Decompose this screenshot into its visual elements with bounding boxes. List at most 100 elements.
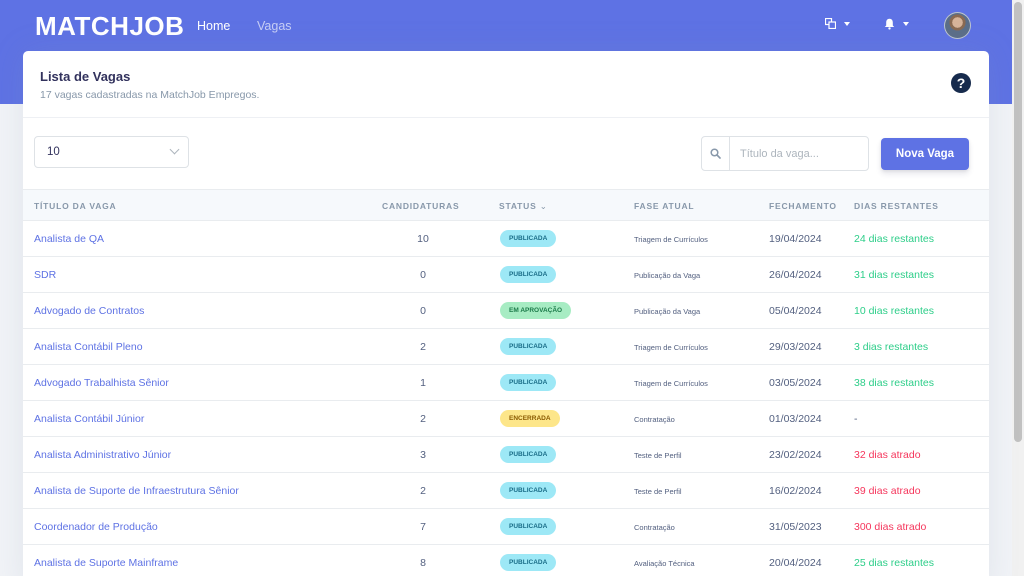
- windows-icon: [825, 18, 836, 29]
- search-input[interactable]: [730, 137, 868, 170]
- candidaturas-count: 0: [420, 305, 426, 317]
- page-subtitle: 17 vagas cadastradas na MatchJob Emprego…: [40, 89, 260, 101]
- closing-date: 16/02/2024: [769, 485, 822, 497]
- days-remaining: 25 dias restantes: [854, 557, 934, 569]
- status-badge: PUBLICADA: [500, 338, 557, 355]
- phase-text: Teste de Perfil: [634, 487, 682, 496]
- table-row: Analista de Suporte Mainframe 8 PUBLICADA A…: [23, 545, 989, 576]
- status-badge: PUBLICADA: [500, 518, 557, 535]
- table-row: SDR 0 PUBLICADA Publicação da Vaga 26/04/202…: [23, 257, 989, 293]
- table-row: Analista Administrativo Júnior 3 PUBLICADA…: [23, 437, 989, 473]
- header-status: STATUS: [499, 201, 537, 211]
- chevron-down-icon: [903, 22, 909, 26]
- nav-home-link[interactable]: Home: [197, 19, 230, 33]
- days-remaining: 32 dias atrado: [854, 449, 921, 461]
- table-row: Coordenador de Produção 7 PUBLICADA Contrat…: [23, 509, 989, 545]
- job-title-link[interactable]: Coordenador de Produção: [34, 521, 158, 533]
- bell-icon: [884, 18, 895, 30]
- days-remaining: 3 dias restantes: [854, 341, 929, 353]
- status-badge-wrap: PUBLICADA: [500, 230, 557, 247]
- phase-text: Contratação: [634, 415, 675, 424]
- divider: [23, 117, 989, 118]
- days-remaining: 31 dias restantes: [854, 269, 934, 281]
- closing-date: 05/04/2024: [769, 305, 822, 317]
- search-group: [701, 136, 869, 171]
- closing-date: 20/04/2024: [769, 557, 822, 569]
- per-page-value: 10: [47, 146, 60, 158]
- table-row: Advogado de Contratos 0 EM APROVAÇÃO Public…: [23, 293, 989, 329]
- candidaturas-count: 0: [420, 269, 426, 281]
- table-header: TÍTULO DA VAGA CANDIDATURAS STATUS ⌄ FAS…: [23, 189, 989, 221]
- chevron-down-icon: [169, 144, 180, 155]
- job-title-link[interactable]: Analista de Suporte Mainframe: [34, 557, 178, 569]
- status-badge-wrap: ENCERRADA: [500, 410, 560, 427]
- status-badge: PUBLICADA: [500, 446, 557, 463]
- phase-text: Publicação da Vaga: [634, 307, 701, 316]
- job-title-link[interactable]: Analista de QA: [34, 233, 104, 245]
- page-scrollbar[interactable]: [1012, 0, 1024, 576]
- user-avatar[interactable]: [944, 12, 971, 39]
- candidaturas-count: 2: [420, 341, 426, 353]
- phase-text: Triagem de Currículos: [634, 379, 708, 388]
- phase-text: Publicação da Vaga: [634, 271, 701, 280]
- status-badge: PUBLICADA: [500, 374, 557, 391]
- days-remaining: 38 dias restantes: [854, 377, 934, 389]
- job-title-link[interactable]: Analista de Suporte de Infraestrutura Sê…: [34, 485, 239, 497]
- closing-date: 31/05/2023: [769, 521, 822, 533]
- table-row: Analista Contábil Júnior 2 ENCERRADA Contra…: [23, 401, 989, 437]
- job-title-link[interactable]: Analista Administrativo Júnior: [34, 449, 171, 461]
- status-badge: PUBLICADA: [500, 482, 557, 499]
- new-job-button[interactable]: Nova Vaga: [881, 138, 969, 170]
- header-fase[interactable]: FASE ATUAL: [634, 201, 694, 211]
- candidaturas-count: 2: [420, 413, 426, 425]
- candidaturas-count: 10: [417, 233, 429, 245]
- days-remaining: 24 dias restantes: [854, 233, 934, 245]
- chevron-down-icon: [844, 21, 850, 26]
- header-status-group[interactable]: STATUS ⌄: [499, 201, 548, 212]
- page-title: Lista de Vagas: [40, 69, 131, 84]
- header-fechamento[interactable]: FECHAMENTO: [769, 201, 837, 211]
- closing-date: 26/04/2024: [769, 269, 822, 281]
- candidaturas-count: 3: [420, 449, 426, 461]
- table-row: Analista Contábil Pleno 2 PUBLICADA Triagem…: [23, 329, 989, 365]
- header-candidaturas[interactable]: CANDIDATURAS: [382, 201, 459, 211]
- status-badge-wrap: PUBLICADA: [500, 554, 557, 571]
- job-title-link[interactable]: Advogado Trabalhista Sênior: [34, 377, 169, 389]
- header-title[interactable]: TÍTULO DA VAGA: [34, 201, 117, 211]
- notifications-dropdown[interactable]: [884, 18, 909, 30]
- job-title-link[interactable]: SDR: [34, 269, 56, 281]
- days-remaining: 300 dias atrado: [854, 521, 927, 533]
- job-title-link[interactable]: Advogado de Contratos: [34, 305, 144, 317]
- status-badge-wrap: PUBLICADA: [500, 338, 557, 355]
- table-row: Analista de QA 10 PUBLICADA Triagem de Curr…: [23, 221, 989, 257]
- status-badge-wrap: PUBLICADA: [500, 482, 557, 499]
- status-badge-wrap: PUBLICADA: [500, 374, 557, 391]
- nav-vagas-link[interactable]: Vagas: [257, 19, 292, 33]
- header-dias[interactable]: DIAS RESTANTES: [854, 201, 939, 211]
- phase-text: Avaliação Técnica: [634, 559, 695, 568]
- status-badge: EM APROVAÇÃO: [500, 302, 572, 319]
- search-icon-box: [702, 137, 730, 170]
- brand-logo[interactable]: MATCHJOB: [35, 11, 184, 42]
- table-row: Analista de Suporte de Infraestrutura Sê…: [23, 473, 989, 509]
- sort-down-icon: ⌄: [539, 201, 548, 211]
- candidaturas-count: 8: [420, 557, 426, 569]
- windows-dropdown[interactable]: [825, 18, 850, 29]
- search-icon: [710, 148, 721, 159]
- closing-date: 23/02/2024: [769, 449, 822, 461]
- status-badge: ENCERRADA: [500, 410, 560, 427]
- candidaturas-count: 2: [420, 485, 426, 497]
- scrollbar-thumb[interactable]: [1014, 2, 1022, 442]
- candidaturas-count: 1: [420, 377, 426, 389]
- status-badge: PUBLICADA: [500, 554, 557, 571]
- candidaturas-count: 7: [420, 521, 426, 533]
- job-title-link[interactable]: Analista Contábil Pleno: [34, 341, 143, 353]
- status-badge-wrap: PUBLICADA: [500, 518, 557, 535]
- status-badge-wrap: PUBLICADA: [500, 446, 557, 463]
- question-circle-icon[interactable]: ?: [951, 73, 971, 93]
- job-title-link[interactable]: Analista Contábil Júnior: [34, 413, 144, 425]
- status-badge: PUBLICADA: [500, 266, 557, 283]
- per-page-select[interactable]: 10: [34, 136, 189, 168]
- table-row: Advogado Trabalhista Sênior 1 PUBLICADA Tri…: [23, 365, 989, 401]
- jobs-card: Lista de Vagas 17 vagas cadastradas na M…: [23, 51, 989, 576]
